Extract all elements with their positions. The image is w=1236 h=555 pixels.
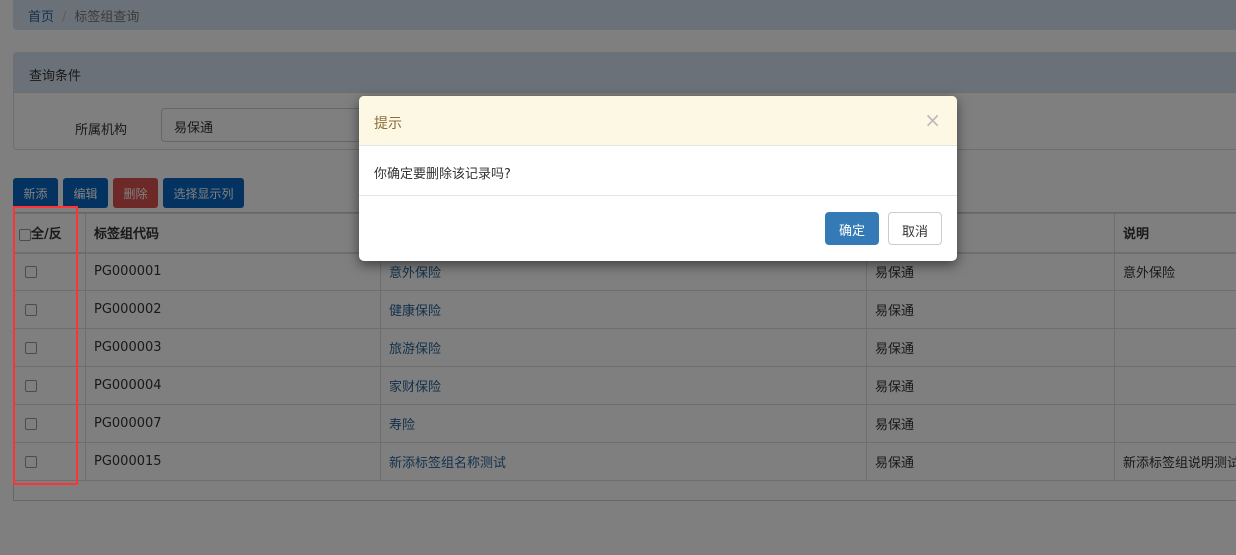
highlight-box [13, 206, 78, 485]
dialog-header: 提示 × [359, 96, 957, 146]
close-icon[interactable]: × [924, 108, 941, 132]
modal-backdrop[interactable] [0, 0, 1236, 555]
dialog-footer: 确定 取消 [359, 196, 957, 261]
dialog-title: 提示 [374, 116, 402, 132]
cancel-button[interactable]: 取消 [888, 212, 942, 245]
dialog-message: 你确定要删除该记录吗? [359, 146, 957, 196]
confirm-button[interactable]: 确定 [825, 212, 879, 245]
confirm-dialog: 提示 × 你确定要删除该记录吗? 确定 取消 [359, 96, 957, 261]
